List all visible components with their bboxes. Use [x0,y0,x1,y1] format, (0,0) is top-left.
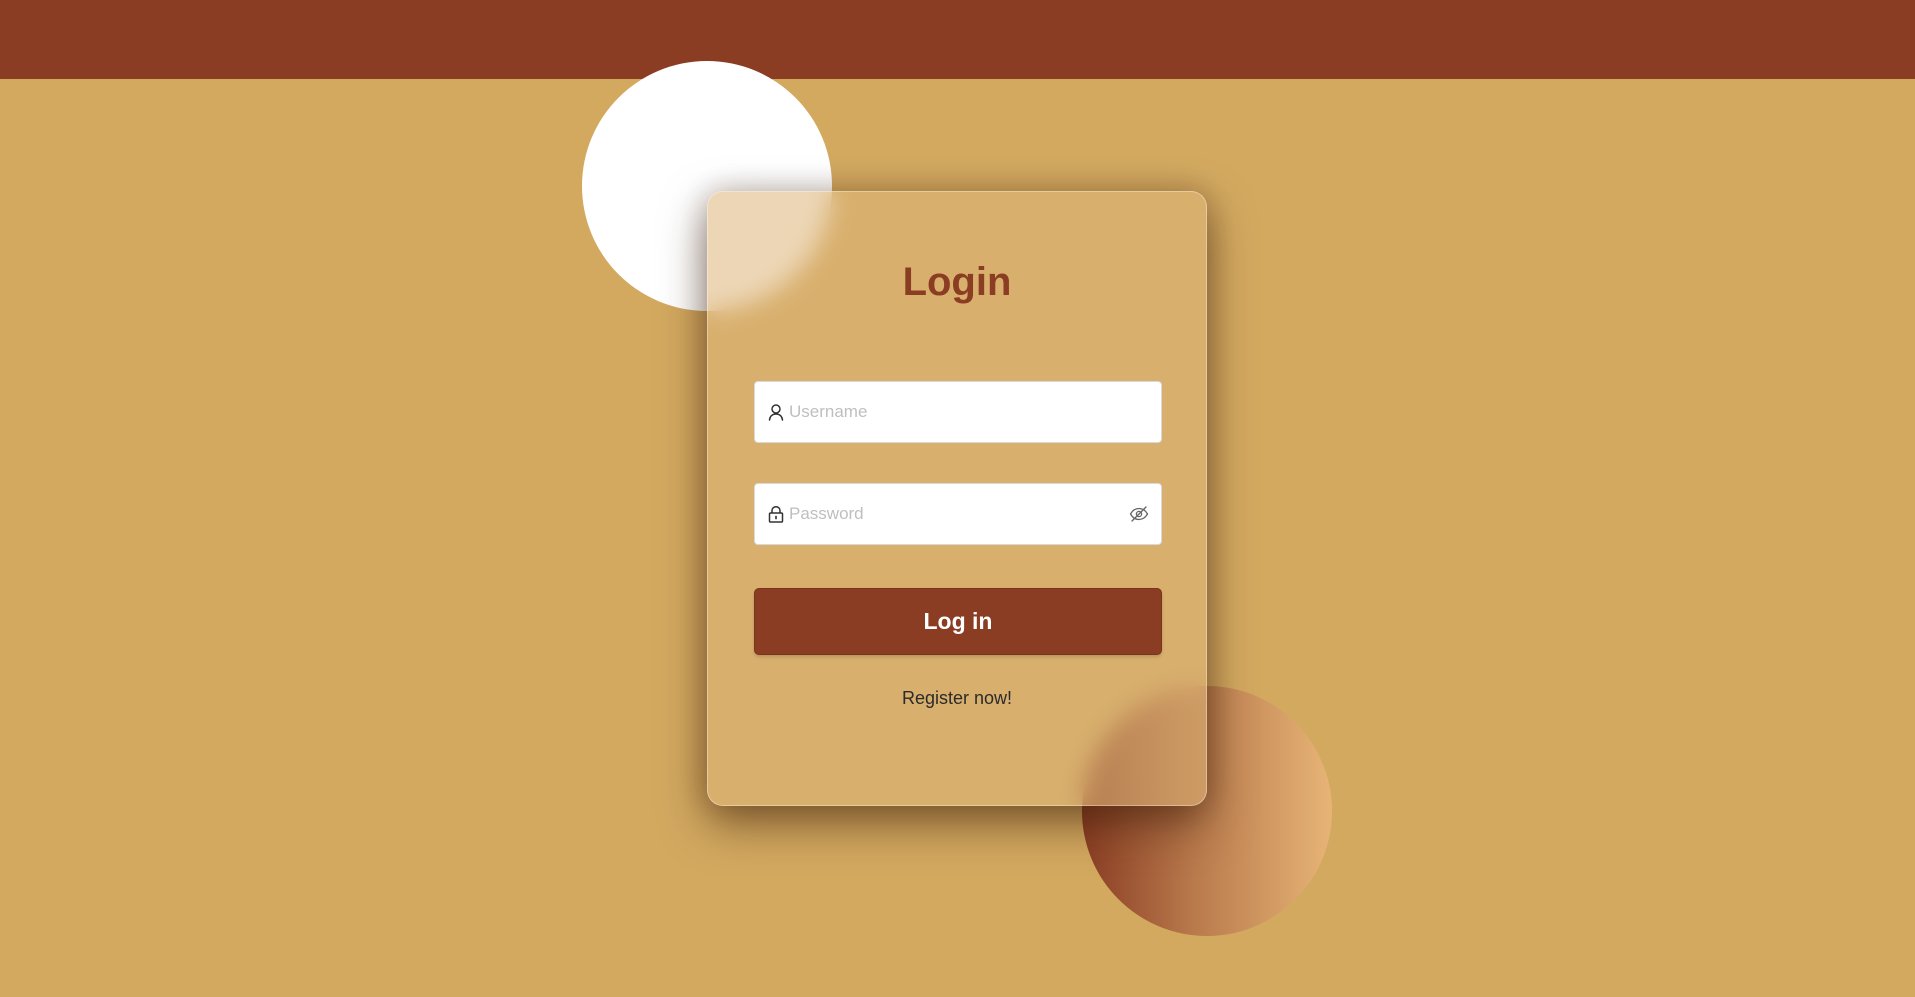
user-icon [768,404,784,421]
password-input[interactable] [789,484,1109,544]
login-button[interactable]: Log in [754,588,1162,655]
page: Login Log in Register now! [0,0,1915,997]
top-header-bar [0,0,1915,79]
login-card: Login Log in Register now! [707,191,1207,806]
register-link[interactable]: Register now! [708,688,1206,709]
password-field[interactable] [754,483,1162,545]
username-input[interactable] [789,382,1109,442]
login-title: Login [902,260,1012,304]
eye-invisible-icon[interactable] [1129,505,1149,523]
lock-icon [768,506,784,523]
username-field[interactable] [754,381,1162,443]
